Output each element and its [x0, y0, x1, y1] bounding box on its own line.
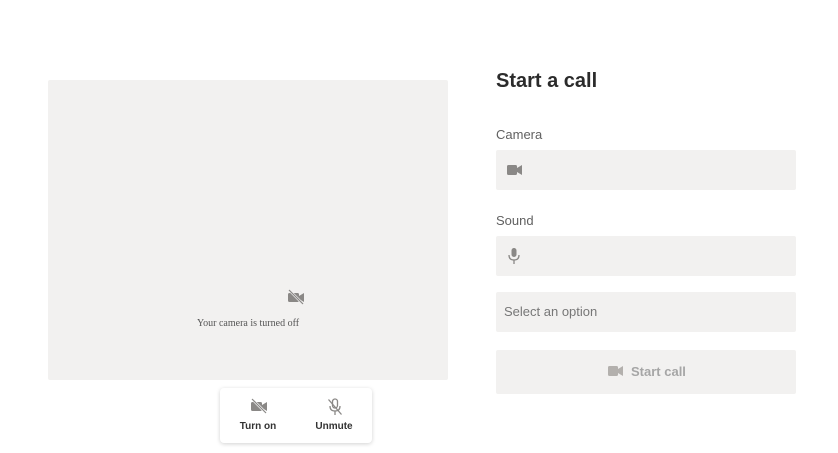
preview-controls: Turn on Unmute: [220, 388, 372, 443]
start-call-button[interactable]: Start call: [496, 350, 796, 394]
sound-select[interactable]: [496, 236, 796, 276]
camera-off-icon: [288, 289, 304, 305]
turn-on-label: Turn on: [239, 421, 277, 432]
unmute-button[interactable]: Unmute: [306, 388, 362, 443]
camera-preview: Your camera is turned off Turn on Unmute: [48, 80, 448, 443]
camera-status-text: Your camera is turned off: [196, 318, 300, 329]
camera-select[interactable]: [496, 150, 796, 190]
microphone-off-icon: [328, 398, 342, 415]
page-title: Start a call: [496, 70, 598, 92]
camera-label: Camera: [496, 127, 543, 142]
option-select-placeholder: Select an option: [504, 304, 598, 319]
video-camera-icon: [608, 366, 623, 376]
camera-off-icon: [251, 398, 267, 414]
sound-label: Sound: [496, 213, 534, 228]
option-select[interactable]: Select an option: [496, 292, 796, 332]
start-call-label: Start call: [631, 364, 686, 379]
video-camera-icon: [507, 165, 522, 175]
microphone-icon: [508, 248, 520, 264]
unmute-label: Unmute: [315, 421, 353, 432]
turn-on-camera-button[interactable]: Turn on: [230, 388, 286, 443]
